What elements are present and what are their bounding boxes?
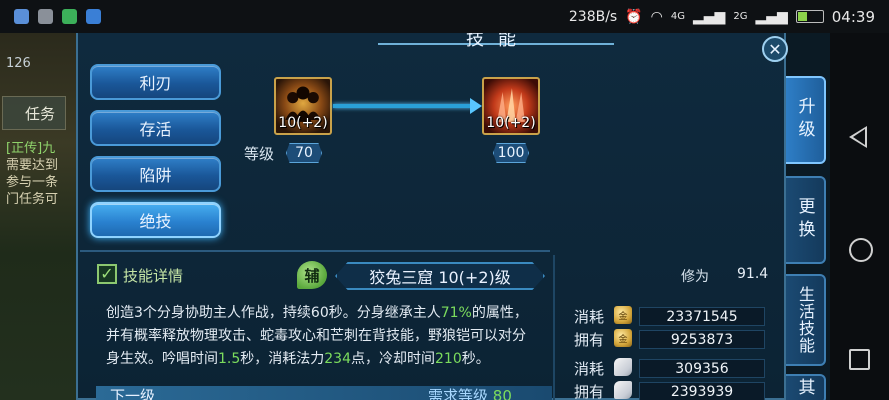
hud-number: 126 (6, 56, 31, 71)
nav-bar (830, 33, 889, 400)
owned-scroll-value: 2393939 (639, 382, 765, 400)
tab-xianjing[interactable]: 陷阱 (90, 156, 221, 192)
side-tab-life-skill[interactable]: 生活技能 (786, 274, 826, 366)
task-button[interactable]: 任务 (2, 96, 66, 130)
clock: 04:39 (831, 7, 875, 26)
back-icon[interactable] (849, 126, 867, 148)
current-level-badge: 70 (286, 143, 322, 163)
next-level-badge: 100 (493, 143, 529, 163)
scroll-icon (614, 358, 632, 376)
tab-jueji[interactable]: 绝技 (90, 202, 221, 238)
divider-vertical (553, 255, 555, 400)
signal-icon: ▂▄▆ (693, 8, 726, 25)
side-tab-change[interactable]: 更换 (786, 176, 826, 264)
skill-name: 狡兔三窟 10(+2)级 (369, 268, 511, 287)
tab-cunhuo[interactable]: 存活 (90, 110, 221, 146)
tab-lirен[interactable]: 利刃 (90, 64, 221, 100)
task-line: 门任务可 (6, 192, 59, 207)
arrow-right-icon (470, 98, 482, 114)
cost-gold-value: 23371545 (639, 307, 765, 326)
recent-apps-icon[interactable] (849, 349, 870, 370)
battery-icon: 9 (795, 10, 824, 23)
next-level-label: 下一级 (110, 387, 156, 400)
owned-scroll-label: 拥有 (574, 383, 605, 400)
wifi-icon: ◠ (650, 8, 663, 25)
alarm-icon: ⏰ (625, 8, 643, 25)
app-notification-icon (14, 9, 29, 24)
divider (80, 250, 550, 252)
notification-icons (14, 9, 101, 24)
side-tab-other[interactable]: 其 (786, 374, 826, 400)
signal-icon-2: ▂▄▆ (755, 8, 788, 25)
task-line: 需要达到 (6, 158, 59, 173)
gold-coin-icon: 金 (614, 329, 632, 347)
aux-badge: 辅 (297, 261, 327, 289)
task-line: 参与一条 (6, 175, 59, 190)
cultivation-label: 修为 (681, 269, 709, 285)
current-skill-level-text: 10(+2) (278, 115, 328, 131)
cost-scroll-value: 309356 (639, 359, 765, 378)
scroll-icon (614, 381, 632, 399)
game-scene-left (0, 33, 80, 400)
close-button[interactable]: ✕ (762, 36, 788, 62)
net-speed: 238B/s (568, 8, 618, 25)
task-text: [正传]九 需要达到 参与一条 门任务可 (6, 140, 76, 208)
owned-gold-label: 拥有 (574, 331, 605, 349)
status-bar: 238B/s ⏰ ◠ 4G ▂▄▆ 2G ▂▄▆ 9 04:39 (0, 0, 889, 33)
upgrade-arrow-line (333, 104, 473, 108)
side-tab-upgrade[interactable]: 升级 (786, 76, 826, 164)
cultivation-value: 91.4 (737, 266, 769, 282)
level-label: 等级 (244, 145, 275, 163)
gold-coin-icon: 金 (614, 306, 632, 324)
skill-description: 创造3个分身协助主人作战，持续60秒。分身继承主人71%的属性，并有概率释放物理… (106, 305, 528, 367)
task-line: [正传]九 (6, 141, 56, 156)
gallery-notification-icon (38, 9, 53, 24)
signal-4g-label: 4G (670, 11, 686, 22)
required-level: 需求等级 80 (428, 387, 512, 400)
cost-gold-label: 消耗 (574, 308, 605, 326)
cost-scroll-label: 消耗 (574, 360, 605, 378)
signal-2g-label: 2G (733, 11, 748, 22)
details-checkbox[interactable]: ✓ (97, 264, 117, 284)
next-skill-icon[interactable]: 10(+2) (482, 77, 540, 135)
next-skill-level-text: 10(+2) (486, 115, 536, 131)
details-header: 技能详情 (123, 267, 184, 285)
owned-gold-value: 9253873 (639, 330, 765, 349)
phone-notification-icon (86, 9, 101, 24)
current-skill-icon[interactable]: 10(+2) (274, 77, 332, 135)
home-icon[interactable] (849, 238, 873, 262)
wechat-notification-icon (62, 9, 77, 24)
